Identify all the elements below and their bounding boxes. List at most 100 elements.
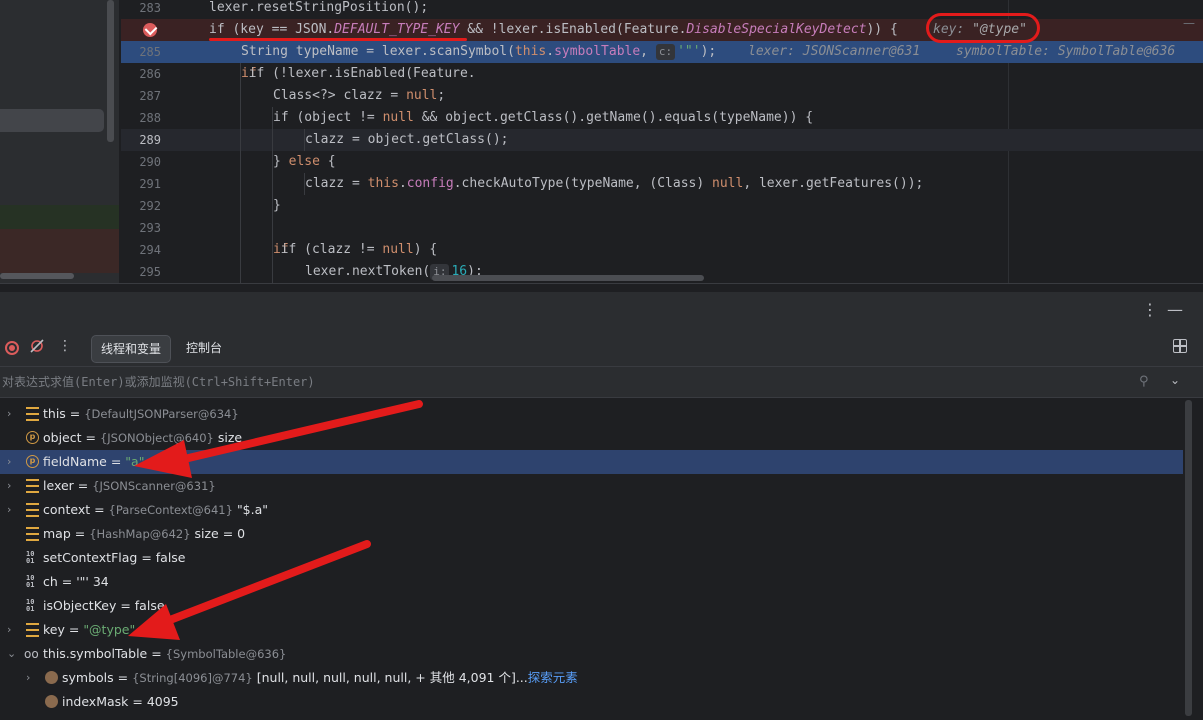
variable-row[interactable]: › p fieldName = "a" (0, 450, 1183, 474)
code-line[interactable]: 293 (121, 217, 1203, 239)
add-watch-icon[interactable]: ⚲ (1139, 374, 1149, 389)
code-line[interactable]: 292 } (121, 195, 1203, 217)
tab-threads-and-variables[interactable]: 线程和变量 (91, 335, 172, 363)
project-horizontal-scrollbar[interactable] (0, 273, 74, 279)
indent-guide (240, 63, 241, 283)
variable-name: ch (43, 574, 58, 589)
code-line[interactable]: 290 } else { (121, 151, 1203, 173)
chevron-right-icon[interactable]: › (7, 618, 17, 642)
line-number: 292 (139, 199, 161, 213)
code-editor[interactable]: 283 lexer.resetStringPosition(); if (key… (121, 0, 1203, 283)
chevron-down-icon[interactable]: ⌄ (1170, 373, 1180, 387)
variable-row[interactable]: 10 01 setContextFlag = false (0, 546, 1183, 570)
chevron-down-icon[interactable]: ⌄ (7, 642, 17, 666)
more-options-icon[interactable]: ⋮ (1142, 300, 1158, 319)
field-icon (26, 407, 39, 421)
variable-value: [null, null, null, null, null, + 其他 4,09… (256, 670, 528, 685)
variable-name: this.symbolTable (43, 646, 148, 661)
variable-row[interactable]: ⌄ oo this.symbolTable = {SymbolTable@636} (0, 642, 1183, 666)
variable-text: indexMask = 4095 (62, 694, 179, 709)
chevron-right-icon[interactable]: › (26, 666, 36, 690)
line-number: 295 (139, 265, 161, 279)
chevron-right-icon[interactable]: › (7, 474, 17, 498)
variable-text: this.symbolTable = {SymbolTable@636} (43, 646, 287, 661)
variable-row[interactable]: 10 01 ch = '"' 34 (0, 570, 1183, 594)
variable-text: object = {JSONObject@640} size (43, 430, 243, 445)
inline-debug-value: lexer: JSONScanner@631 (748, 44, 921, 59)
variable-name: isObjectKey (43, 598, 117, 613)
variable-name: object (43, 430, 82, 445)
variable-type: {String[4096]@774} (132, 671, 253, 685)
variable-row[interactable]: › symbols = {String[4096]@774} [null, nul… (0, 666, 1183, 690)
variable-name: setContextFlag (43, 550, 138, 565)
project-selected-item[interactable] (0, 109, 104, 132)
variable-row[interactable]: p object = {JSONObject@640} size (0, 426, 1183, 450)
array-icon (45, 695, 58, 708)
variables-vertical-scrollbar[interactable] (1185, 400, 1192, 716)
field-icon (26, 623, 39, 637)
debug-toolbar (0, 330, 1203, 366)
project-vertical-scrollbar[interactable] (107, 0, 114, 142)
variable-value: "@type" (83, 622, 136, 637)
variable-name: fieldName (43, 454, 107, 469)
variable-type: {SymbolTable@636} (165, 647, 287, 661)
variable-row[interactable]: › context = {ParseContext@641} "$.a" (0, 498, 1183, 522)
variable-type: {JSONObject@640} (99, 431, 214, 445)
code-text: ifif (clazz != null) { (273, 242, 438, 257)
chevron-right-icon[interactable]: › (7, 498, 17, 522)
field-icon (26, 527, 39, 541)
code-line[interactable]: 291 clazz = this.config.checkAutoType(ty… (121, 173, 1203, 195)
more-options-icon[interactable]: ⋮ (58, 338, 72, 354)
annotation-ellipse (926, 13, 1040, 43)
line-number: 293 (139, 221, 161, 235)
line-number: 288 (139, 111, 161, 125)
variable-text: ch = '"' 34 (43, 574, 109, 589)
line-number: 294 (139, 243, 161, 257)
line-number: 287 (139, 89, 161, 103)
variable-row[interactable]: indexMask = 4095 (0, 690, 1183, 714)
variable-row[interactable]: › key = "@type" (0, 618, 1183, 642)
variable-row[interactable]: map = {HashMap@642} size = 0 (0, 522, 1183, 546)
field-icon (26, 503, 39, 517)
variable-text: context = {ParseContext@641} "$.a" (43, 502, 269, 517)
variable-value: '"' 34 (76, 574, 109, 589)
variable-type: {DefaultJSONParser@634} (84, 407, 239, 421)
variable-row[interactable]: › lexer = {JSONScanner@631} (0, 474, 1183, 498)
code-text: String typeName = lexer.scanSymbol(this.… (241, 44, 717, 60)
variable-text: lexer = {JSONScanner@631} (43, 478, 216, 493)
code-line[interactable]: 294 ifif (clazz != null) { (121, 239, 1203, 261)
line-number: 283 (139, 1, 161, 15)
explore-elements-link[interactable]: 探索元素 (528, 670, 578, 685)
editor-scroll-marker[interactable]: — (1183, 16, 1195, 34)
project-added-item[interactable] (0, 205, 119, 229)
variable-row[interactable]: › this = {DefaultJSONParser@634} (0, 402, 1183, 426)
tab-console[interactable]: 控制台 (186, 335, 222, 361)
code-line[interactable]: 289 clazz = object.getClass(); (121, 129, 1203, 151)
mute-breakpoints-icon[interactable] (30, 339, 44, 353)
chevron-right-icon[interactable]: › (7, 402, 17, 426)
variable-row[interactable]: 10 01 isObjectKey = false (0, 594, 1183, 618)
watch-icon: oo (24, 647, 39, 661)
execution-line[interactable]: 285 String typeName = lexer.scanSymbol(t… (121, 41, 1203, 63)
debug-panel-header (0, 292, 1203, 330)
field-icon (26, 479, 39, 493)
line-number: 290 (139, 155, 161, 169)
layout-icon-line (1179, 339, 1181, 353)
chevron-right-icon[interactable]: › (7, 450, 17, 474)
minimize-icon[interactable]: — (1167, 300, 1183, 319)
code-line[interactable]: 283 lexer.resetStringPosition(); (121, 0, 1203, 19)
project-changed-item[interactable] (0, 229, 119, 273)
variable-text: map = {HashMap@642} size = 0 (43, 526, 246, 541)
variable-text: fieldName = "a" (43, 454, 145, 469)
code-line[interactable]: 286 ifif (!lexer.isEnabled(Feature. (121, 63, 1203, 85)
editor-horizontal-scrollbar[interactable] (432, 275, 704, 281)
variable-text: key = "@type" (43, 622, 136, 637)
line-number: 286 (139, 67, 161, 81)
code-line[interactable]: 288 if (object != null && object.getClas… (121, 107, 1203, 129)
evaluate-expression-input[interactable] (0, 367, 1102, 397)
variable-value: 4095 (146, 694, 179, 709)
line-number: 285 (139, 45, 161, 59)
code-line[interactable]: 287 Class<?> clazz = null; (121, 85, 1203, 107)
variable-value: false (134, 598, 165, 613)
code-text: ifif (!lexer.isEnabled(Feature. (241, 66, 476, 81)
